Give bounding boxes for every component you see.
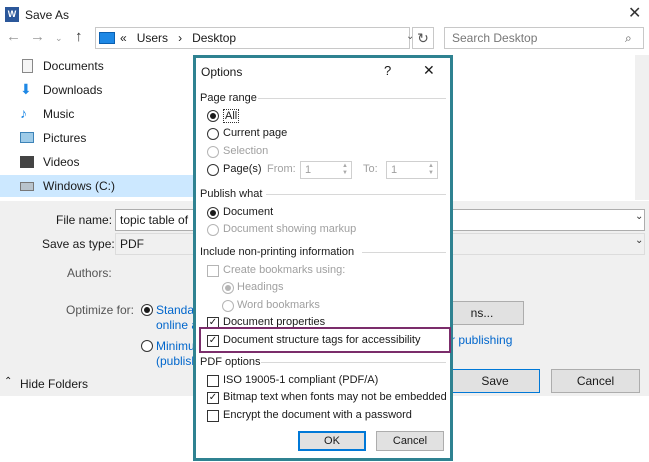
window-close-icon[interactable]: ✕ <box>628 3 641 23</box>
pictures-icon <box>20 132 34 143</box>
page-range-all-label: All <box>223 109 240 123</box>
divider <box>258 98 446 99</box>
forward-arrow-icon[interactable]: → <box>30 28 45 45</box>
to-spinner[interactable]: 1 ▲ ▼ <box>386 161 438 179</box>
optimize-standard-text-2: online a <box>156 318 199 332</box>
breadcrumb: « Users › Desktop <box>120 31 236 45</box>
iso-label: ISO 19005-1 compliant (PDF/A) <box>223 374 379 386</box>
ok-button[interactable]: OK <box>298 431 366 451</box>
sidebar-item-label: Windows (C:) <box>43 179 116 193</box>
options-dialog-title: Options <box>201 65 243 79</box>
chevron-down-icon[interactable]: ⌄ <box>635 235 643 246</box>
file-name-label: File name: <box>56 213 113 227</box>
optimize-label: Optimize for: <box>66 303 135 317</box>
iso-checkbox[interactable] <box>207 375 219 387</box>
to-label: To: <box>363 163 378 175</box>
from-spinner[interactable]: 1 ▲ ▼ <box>300 161 352 179</box>
document-markup-label: Document showing markup <box>223 223 357 235</box>
window-titlebar <box>0 0 649 30</box>
headings-label: Headings <box>237 281 284 293</box>
current-page-radio[interactable] <box>207 128 219 140</box>
page-range-all-radio[interactable] <box>207 110 219 122</box>
open-after-publishing-label: r publishing <box>451 333 513 347</box>
window-title: Save As <box>25 8 70 22</box>
address-bar[interactable]: « Users › Desktop <box>95 27 410 49</box>
options-cancel-button[interactable]: Cancel <box>376 431 444 451</box>
document-markup-radio[interactable] <box>207 224 219 236</box>
search-input[interactable]: Search Desktop <box>444 27 644 49</box>
back-arrow-icon[interactable]: ← <box>6 28 21 45</box>
documents-icon <box>22 59 33 73</box>
music-icon: ♪ <box>20 105 27 121</box>
divider <box>261 362 446 363</box>
document-radio[interactable] <box>207 207 219 219</box>
document-label: Document <box>223 206 274 218</box>
breadcrumb-separator[interactable]: › <box>178 31 182 45</box>
pages-label: Page(s) <box>223 163 262 175</box>
word-bookmarks-label: Word bookmarks <box>237 299 320 311</box>
up-arrow-icon[interactable]: ↑ <box>75 28 83 45</box>
chevron-down-icon[interactable]: ⌄ <box>635 211 643 222</box>
sidebar-item-label: Videos <box>43 155 80 169</box>
scrollbar[interactable] <box>635 55 649 200</box>
encrypt-checkbox[interactable] <box>207 410 219 422</box>
breadcrumb-users[interactable]: Users <box>137 31 168 45</box>
downloads-icon: ⬇ <box>20 81 32 97</box>
optimize-standard-radio[interactable] <box>141 304 153 316</box>
sidebar-item-label: Pictures <box>43 131 87 145</box>
divider <box>362 252 446 253</box>
from-value: 1 <box>305 164 312 176</box>
spinner-arrows-icon[interactable]: ▲ ▼ <box>426 163 436 177</box>
headings-radio[interactable] <box>222 282 234 294</box>
selection-radio[interactable] <box>207 146 219 158</box>
pdf-options-heading: PDF options <box>200 356 261 368</box>
breadcrumb-overflow[interactable]: « <box>120 31 127 45</box>
authors-label: Authors: <box>67 266 112 280</box>
help-icon[interactable]: ? <box>384 63 391 78</box>
sidebar-item-label: Music <box>43 107 75 121</box>
create-bookmarks-checkbox[interactable] <box>207 265 219 277</box>
pages-radio[interactable] <box>207 164 219 176</box>
highlight-box <box>199 327 451 353</box>
word-icon: W <box>5 7 19 22</box>
refresh-icon[interactable]: ↻ <box>412 27 434 49</box>
cancel-button[interactable]: Cancel <box>551 369 640 393</box>
spinner-arrows-icon[interactable]: ▲ ▼ <box>340 163 350 177</box>
bitmap-checkbox[interactable]: ✓ <box>207 392 219 404</box>
selection-label: Selection <box>223 145 269 157</box>
optimize-minimum-text-1: Minimu <box>156 339 195 353</box>
drive-icon <box>20 182 34 191</box>
optimize-minimum-radio[interactable] <box>141 340 153 352</box>
options-close-icon[interactable]: ✕ <box>423 62 435 79</box>
sidebar-item-label: Downloads <box>43 83 103 97</box>
current-page-label: Current page <box>223 127 288 139</box>
breadcrumb-desktop[interactable]: Desktop <box>192 31 236 45</box>
chevron-up-icon[interactable]: ⌃ <box>4 376 12 387</box>
sidebar-item-label: Documents <box>43 59 104 73</box>
save-type-label: Save as type: <box>42 237 115 251</box>
search-icon: ⌕ <box>625 31 632 45</box>
recent-dropdown-icon[interactable]: ⌄ <box>55 33 63 44</box>
computer-icon <box>99 32 115 44</box>
create-bookmarks-label: Create bookmarks using: <box>223 264 346 276</box>
encrypt-label: Encrypt the document with a password <box>223 409 412 421</box>
hide-folders-button[interactable]: Hide Folders <box>20 377 88 391</box>
videos-icon <box>20 156 34 168</box>
non-printing-heading: Include non-printing information <box>200 246 355 258</box>
to-value: 1 <box>391 164 398 176</box>
optimize-minimum-text-2: (publish <box>156 354 199 368</box>
publish-what-heading: Publish what <box>200 188 263 200</box>
page-range-heading: Page range <box>200 92 257 104</box>
from-label: From: <box>267 163 296 175</box>
bitmap-label: Bitmap text when fonts may not be embedd… <box>223 391 447 403</box>
word-bookmarks-radio[interactable] <box>222 300 234 312</box>
save-button[interactable]: Save <box>450 369 540 393</box>
divider <box>266 194 446 195</box>
